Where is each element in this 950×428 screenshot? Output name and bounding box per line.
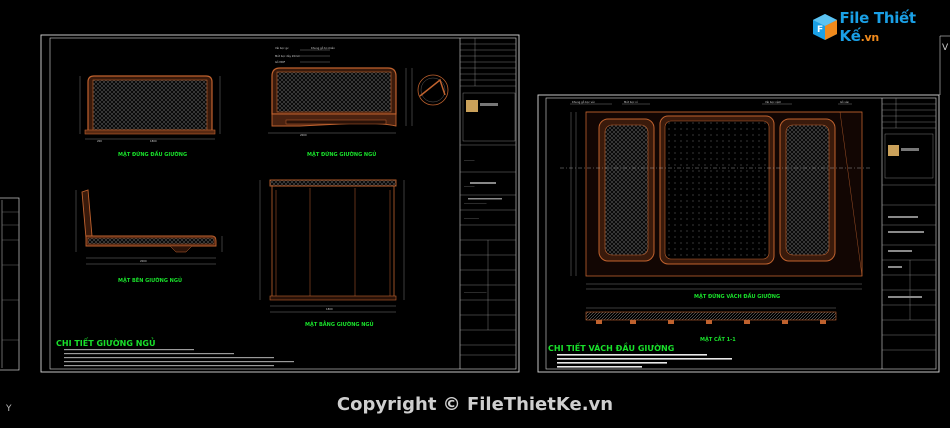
svg-text:Mút bọc dày 20mm: Mút bọc dày 20mm	[275, 54, 301, 58]
plan-view: 1800 MẶT BẰNG GIƯỜNG NGỦ	[259, 179, 405, 328]
wall-elevation-label: MẶT ĐỨNG VÁCH ĐẦU GIƯỜNG	[694, 291, 780, 300]
svg-text:_______________: _______________	[463, 200, 487, 204]
sheet-bed-detail: ______________ _________________________…	[40, 34, 520, 373]
svg-text:__________: __________	[463, 215, 480, 219]
title-block-logo-2	[884, 133, 934, 179]
section-view: MẶT CẮT 1-1	[585, 307, 837, 343]
copyright-watermark: Copyright © FileThietKe.vn	[336, 394, 614, 415]
side-bed-label: MẶT ĐỨNG GIƯỜNG NGỦ	[307, 150, 376, 158]
section-label: MẶT CẮT 1-1	[700, 335, 736, 343]
svg-text:200: 200	[97, 139, 102, 143]
side-view: 2000 MẶT BÊN GIƯỜNG NGỦ	[75, 189, 223, 284]
wall-elevation-view: Khung gỗ bọc vải Mút bọc nỉ Vải bọc nệm Gỗ…	[560, 99, 870, 300]
drawing-svg: ______________ _________________________…	[0, 34, 950, 373]
cad-canvas: _______ _______ _______________ __________…	[0, 0, 950, 428]
sheet2-title: CHI TIẾT VÁCH ĐẦU GIƯỜNG	[548, 341, 674, 353]
svg-text:Mút bọc nỉ: Mút bọc nỉ	[624, 100, 638, 104]
plan-view-label: MẶT BẰNG GIƯỜNG NGỦ	[305, 320, 374, 328]
sheet1-notes	[64, 349, 294, 367]
front-headboard-label: MẶT ĐỨNG ĐẦU GIƯỜNG	[118, 149, 187, 158]
svg-text:2000: 2000	[300, 133, 307, 137]
svg-text:1800: 1800	[150, 139, 157, 143]
side-view-label: MẶT BÊN GIƯỜNG NGỦ	[118, 276, 182, 284]
svg-text:_______________: _______________	[463, 289, 487, 293]
ucs-axis-label: Y	[6, 404, 12, 414]
svg-text:Gỗ ván: Gỗ ván	[840, 99, 850, 104]
svg-text:F: F	[817, 25, 823, 35]
svg-text:_______: _______	[463, 157, 475, 161]
svg-text:Khung gỗ tự nhiên: Khung gỗ tự nhiên	[311, 45, 335, 50]
front-headboard-view: 200 1800 MẶT ĐỨNG ĐẦU GIƯỜNG	[79, 75, 221, 158]
logo-cube-icon: F	[810, 12, 837, 42]
sheet-headwall-detail: Khung gỗ bọc vải Mút bọc nỉ Vải bọc nệm Gỗ…	[537, 94, 940, 373]
svg-text:Gỗ MDF: Gỗ MDF	[275, 59, 286, 64]
svg-text:1800: 1800	[326, 307, 333, 311]
svg-text:Vải bọc nệm: Vải bọc nệm	[765, 100, 782, 104]
watermark-logo: F File Thiết Kế.vn	[810, 9, 950, 45]
title-block-logo	[462, 92, 516, 142]
svg-text:Vải bọc gv: Vải bọc gv	[275, 46, 289, 50]
partial-sheet-left	[0, 197, 20, 371]
sheet1-title: CHI TIẾT GIƯỜNG NGỦ	[56, 336, 156, 348]
logo-suffix: .vn	[860, 31, 880, 44]
sheet2-notes	[557, 354, 732, 368]
side-bed-view: Vải bọc gv Khung gỗ tự nhiên Mút bọc dày …	[268, 45, 449, 158]
svg-text:2000: 2000	[140, 259, 147, 263]
svg-text:Khung gỗ bọc vải: Khung gỗ bọc vải	[572, 99, 595, 104]
logo-text: File Thiết Kế.vn	[839, 9, 950, 45]
